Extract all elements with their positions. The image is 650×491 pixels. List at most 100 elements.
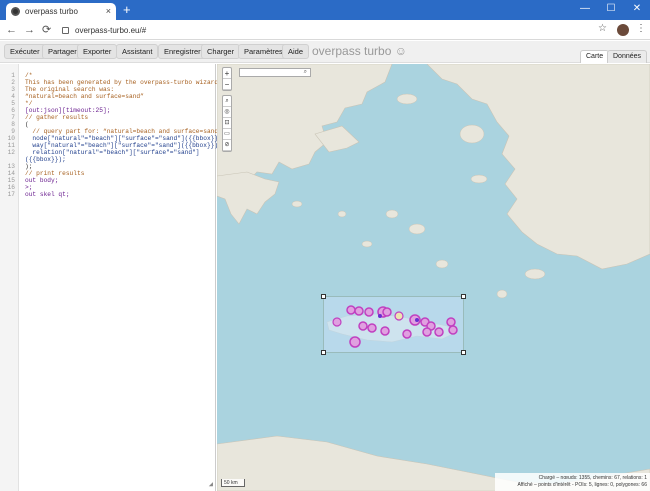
beach-marker <box>367 323 377 333</box>
line-number: 14 <box>7 170 15 177</box>
scale-bar: 50 km <box>221 479 245 487</box>
line-number: 7 <box>11 114 15 121</box>
beach-marker <box>382 307 392 317</box>
stats-shown: Affiché – points d'intérêt - POIs: 5, li… <box>517 482 647 488</box>
stats-loaded: Chargé – nœuds: 1355, chemins: 67, relat… <box>538 475 647 481</box>
query-editor[interactable]: 1 2 3 4 5 6 7 8 9 10 11 12 13 14 15 16 1… <box>0 64 226 491</box>
beach-marker <box>364 307 374 317</box>
code-line: way["natural"="beach"]["surface"="sand"]… <box>25 142 222 149</box>
beach-marker <box>446 317 456 327</box>
wizard-button[interactable]: Assistant <box>116 44 159 59</box>
url-field[interactable]: overpass-turbo.eu/# <box>62 23 612 37</box>
tab-title: overpass turbo <box>25 7 78 16</box>
beach-marker <box>402 329 412 339</box>
back-button[interactable]: ← <box>6 23 17 37</box>
url-text: overpass-turbo.eu/# <box>75 25 147 35</box>
window-controls: — ☐ ✕ <box>572 0 650 20</box>
help-button[interactable]: Aide <box>282 44 310 59</box>
save-button[interactable]: Enregistrer <box>158 44 207 59</box>
beach-marker <box>349 336 361 348</box>
favicon-icon <box>11 7 20 16</box>
browser-tab[interactable]: overpass turbo × <box>6 3 116 20</box>
new-tab-button[interactable]: + <box>123 2 131 17</box>
map-tool-control: ⌕ ◎ ⊡ ▭ ⊘ <box>222 95 232 152</box>
tab-data[interactable]: Données <box>607 50 648 63</box>
beach-marker <box>448 325 458 335</box>
beach-marker <box>380 326 390 336</box>
export-button[interactable]: Exporter <box>77 44 118 59</box>
reload-button[interactable]: ⟳ <box>42 23 51 37</box>
code-line: ( <box>25 121 29 128</box>
line-number: 15 <box>7 177 15 184</box>
line-number: 10 <box>7 135 15 142</box>
code-line: */ <box>25 100 33 107</box>
select-area-icon[interactable]: ▭ <box>223 129 231 140</box>
resize-grip-icon[interactable]: ◢ <box>209 480 213 489</box>
line-number: 3 <box>11 86 15 93</box>
code-line: node["natural"="beach"]["surface"="sand"… <box>25 135 226 142</box>
minimize-button[interactable]: — <box>572 0 598 20</box>
line-number: 1 <box>11 72 15 79</box>
beach-marker <box>415 318 419 322</box>
line-number: 17 <box>7 191 15 198</box>
line-number: 16 <box>7 184 15 191</box>
data-stats-panel: Chargé – nœuds: 1355, chemins: 67, relat… <box>495 473 650 491</box>
code-line: // print results <box>25 170 85 177</box>
bookmark-star-icon[interactable]: ☆ <box>598 23 607 34</box>
code-line: /* <box>25 72 33 79</box>
line-number: 12 <box>7 149 15 156</box>
line-number: 11 <box>7 142 15 149</box>
code-line: [out:json][timeout:25]; <box>25 107 111 114</box>
app-brand: overpass turbo ☺ <box>312 44 407 58</box>
line-number: 2 <box>11 79 15 86</box>
beach-marker <box>346 305 356 315</box>
line-number-gutter: 1 2 3 4 5 6 7 8 9 10 11 12 13 14 15 16 1… <box>0 64 19 491</box>
search-icon: ⌕ <box>303 69 307 75</box>
code-line: // gather results <box>25 114 89 121</box>
code-line: This has been generated by the overpass-… <box>25 79 222 86</box>
run-button[interactable]: Exécuter <box>4 44 46 59</box>
code-line: out skel qt; <box>25 191 70 198</box>
lock-icon <box>62 26 69 34</box>
beach-marker <box>332 317 342 327</box>
map-view[interactable]: + − ⌕ ◎ ⊡ ▭ ⊘ ⌕ 50 km Chargé – nœuds: 13… <box>217 64 650 491</box>
code-line: “natural=beach and surface=sand” <box>25 93 144 100</box>
code-line: out body; <box>25 177 59 184</box>
beach-marker <box>394 311 404 321</box>
line-number: 13 <box>7 163 15 170</box>
locate-icon[interactable]: ◎ <box>223 107 231 118</box>
close-window-button[interactable]: ✕ <box>624 0 650 20</box>
browser-menu-icon[interactable]: ⋮ <box>636 23 646 34</box>
line-number: 9 <box>11 128 15 135</box>
beach-marker <box>422 327 432 337</box>
line-number: 4 <box>11 93 15 100</box>
fit-bounds-icon[interactable]: ⊡ <box>223 118 231 129</box>
zoom-control: + − <box>222 67 232 91</box>
maximize-button[interactable]: ☐ <box>598 0 624 20</box>
beach-marker <box>354 306 364 316</box>
zoom-out-button[interactable]: − <box>223 79 231 90</box>
line-number: 6 <box>11 107 15 114</box>
load-button[interactable]: Charger <box>201 44 241 59</box>
profile-avatar[interactable] <box>617 24 629 36</box>
code-line: ); <box>25 163 33 170</box>
hide-data-icon[interactable]: ⊘ <box>223 140 231 151</box>
beach-marker <box>378 314 382 318</box>
line-number: 8 <box>11 121 15 128</box>
map-search-input[interactable]: ⌕ <box>239 68 311 77</box>
forward-button[interactable]: → <box>24 23 35 37</box>
result-markers <box>332 305 458 348</box>
tab-map[interactable]: Carte <box>580 50 610 63</box>
zoom-in-button[interactable]: + <box>223 68 231 79</box>
line-number: 5 <box>11 100 15 107</box>
browser-titlebar: overpass turbo × + — ☐ ✕ <box>0 0 650 20</box>
beach-marker <box>358 321 368 331</box>
code-line: The original search was: <box>25 86 115 93</box>
code-line: >; <box>25 184 33 191</box>
app-toolbar: Exécuter Partager Exporter Assistant Enr… <box>0 41 650 63</box>
code-line: // query part for: “natural=beach and su… <box>25 128 222 135</box>
code-line: relation["natural"="beach"]["surface"="s… <box>25 149 200 156</box>
tab-close-icon[interactable]: × <box>106 6 111 16</box>
address-bar: ← → ⟳ overpass-turbo.eu/# ☆ ⋮ <box>0 20 650 40</box>
zoom-to-data-icon[interactable]: ⌕ <box>223 96 231 107</box>
